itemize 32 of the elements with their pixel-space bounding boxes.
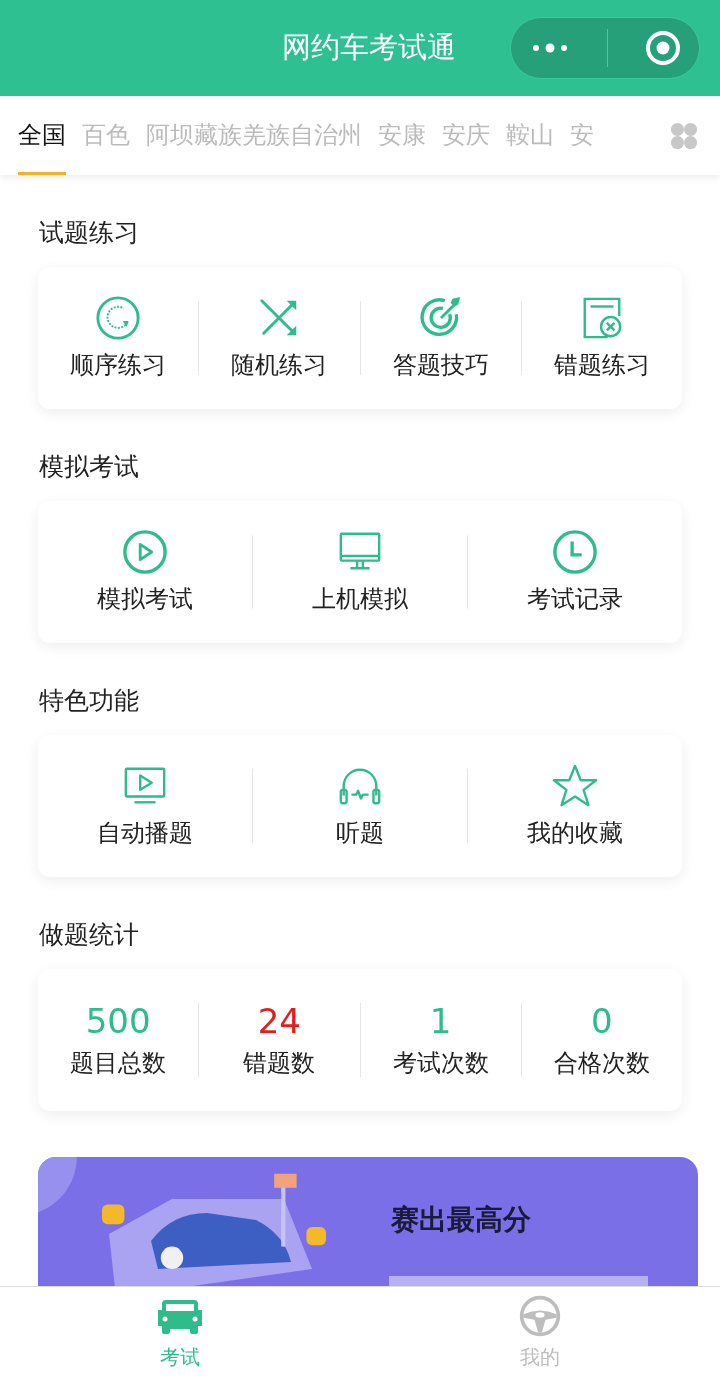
- promo-banner[interactable]: 赛出最高分: [38, 1157, 698, 1286]
- stat-label: 考试次数: [392, 1048, 489, 1079]
- grid-menu-icon[interactable]: [669, 120, 699, 151]
- feature-button[interactable]: 考试记录: [468, 529, 682, 615]
- feature-button[interactable]: 我的收藏: [468, 763, 682, 849]
- stat-value: 24: [257, 1001, 301, 1041]
- cycle-icon: [95, 295, 142, 341]
- section-title: 试题练习: [39, 217, 140, 249]
- feature-button[interactable]: 模拟考试: [38, 529, 252, 615]
- section-title: 模拟考试: [39, 451, 140, 483]
- stat-label: 题目总数: [70, 1048, 167, 1079]
- close-target-icon[interactable]: [644, 30, 681, 66]
- stat-value: 1: [429, 1001, 452, 1041]
- region-tab[interactable]: 全国: [18, 96, 66, 175]
- clock-icon: [552, 529, 598, 575]
- stat-value: 0: [591, 1001, 613, 1041]
- feature-button[interactable]: 答题技巧: [360, 295, 521, 381]
- play-icon: [122, 529, 168, 575]
- star-icon: [552, 763, 598, 809]
- feature-button[interactable]: 自动播题: [38, 763, 252, 849]
- feature-button[interactable]: 随机练习: [199, 295, 360, 381]
- section-title: 特色功能: [39, 685, 140, 717]
- feature-button[interactable]: 顺序练习: [38, 295, 199, 381]
- section-title: 做题统计: [39, 919, 140, 951]
- stat-value: 500: [85, 1001, 151, 1041]
- stat-label: 错题数: [243, 1048, 316, 1079]
- nav-title: 网约车考试通: [282, 29, 456, 66]
- feature-button[interactable]: 错题练习: [521, 295, 682, 381]
- feature-button[interactable]: 上机模拟: [253, 529, 467, 615]
- banner-headline: 赛出最高分: [391, 1202, 531, 1238]
- stat-label: 合格次数: [553, 1048, 650, 1079]
- feature-button[interactable]: 听题: [253, 763, 467, 849]
